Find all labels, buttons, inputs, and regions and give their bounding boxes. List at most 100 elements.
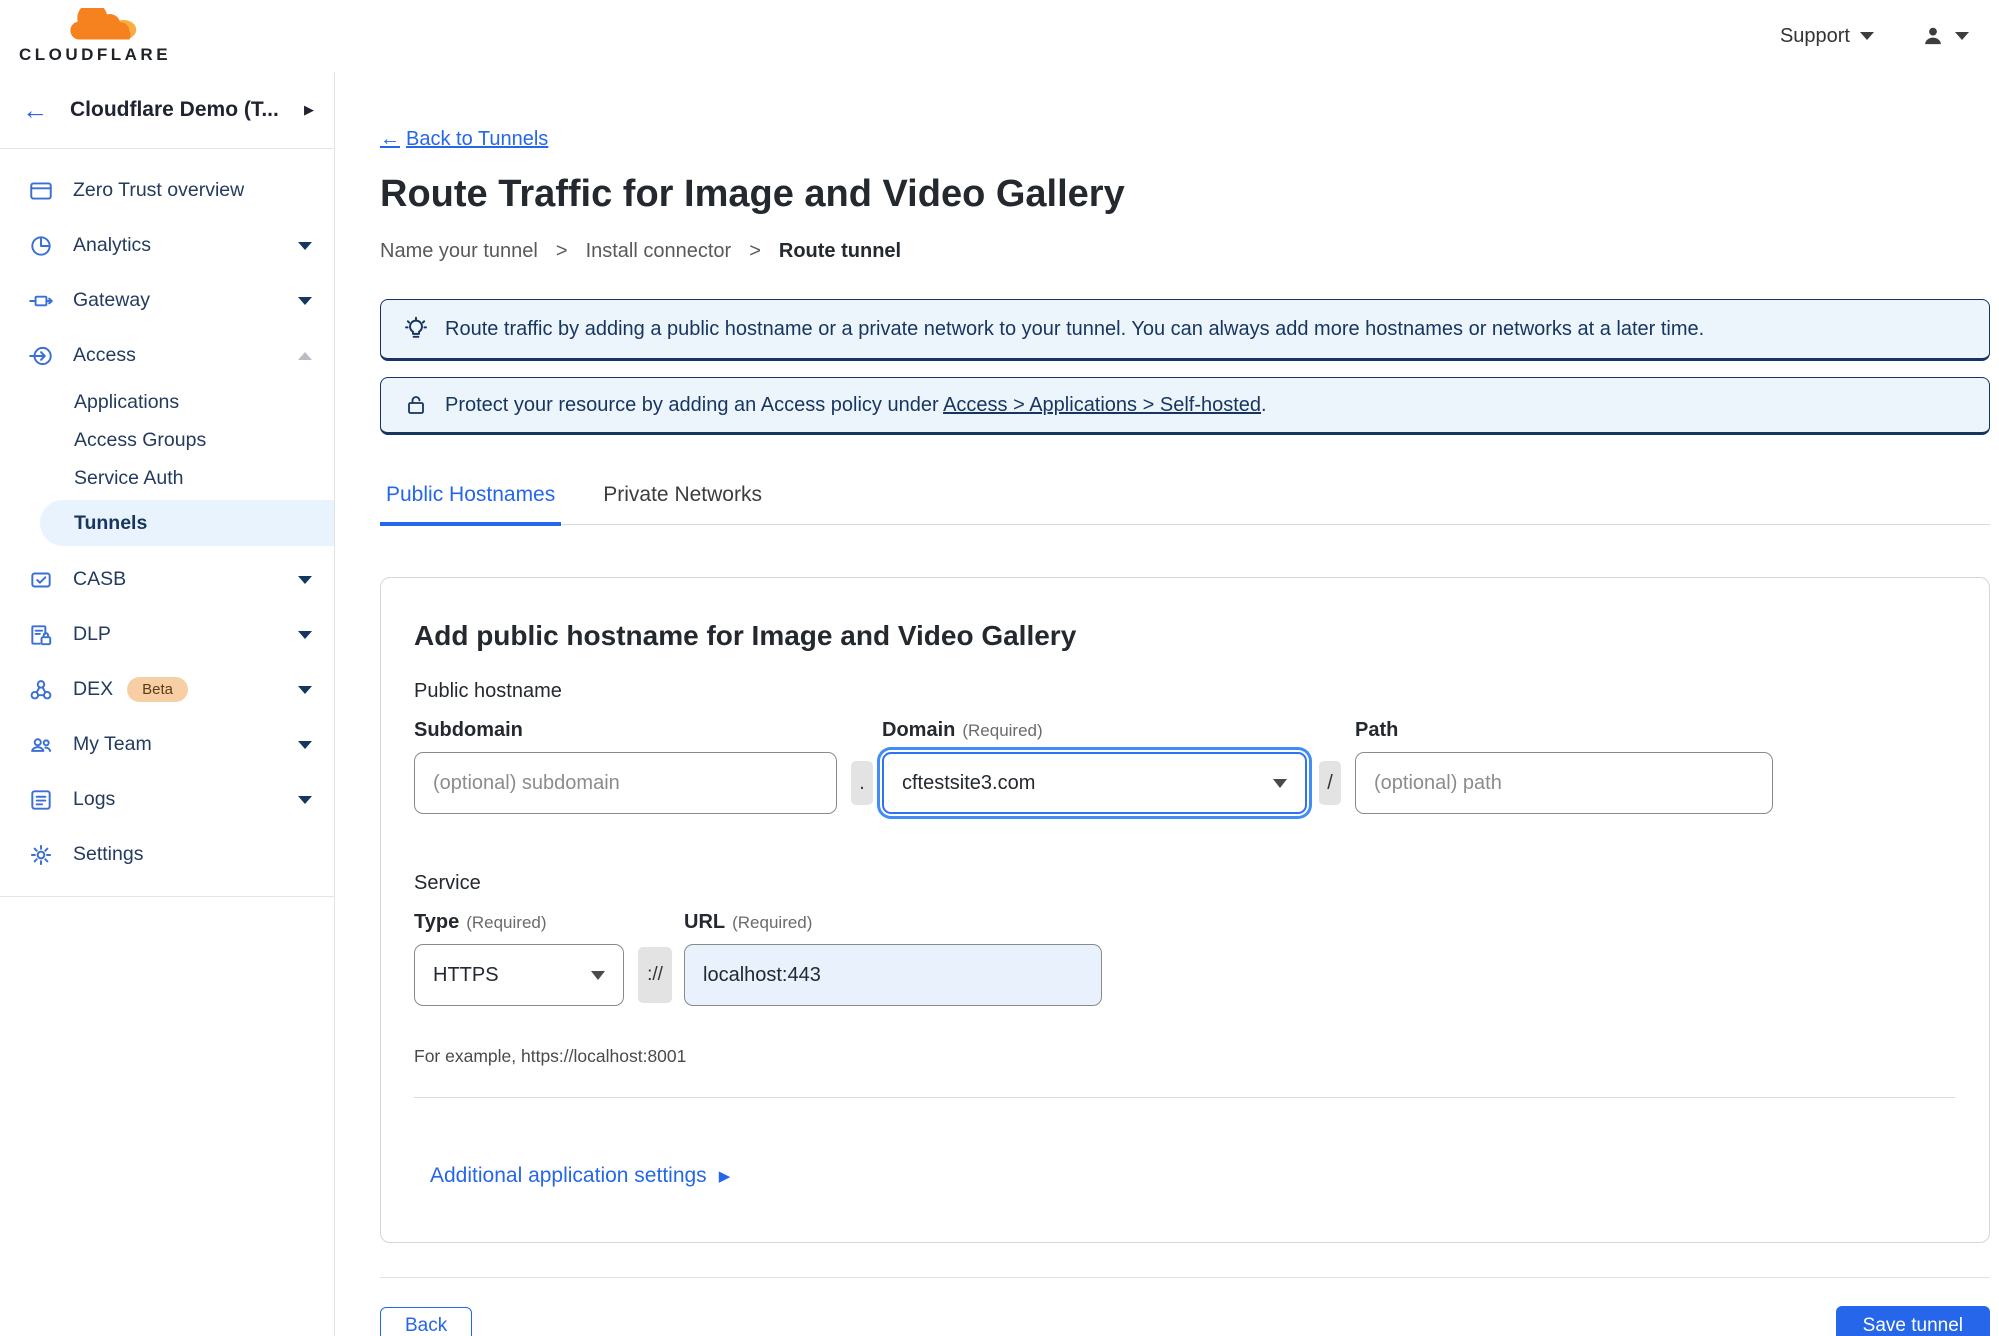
type-label: Type [414,911,460,933]
chevron-down-icon [1860,32,1874,40]
wizard-breadcrumb: Name your tunnel > Install connector > R… [380,240,1990,263]
sidebar-item-my-team[interactable]: My Team [0,717,334,772]
page-title: Route Traffic for Image and Video Galler… [380,173,1125,215]
back-arrow-icon[interactable]: ← [22,97,48,123]
crumb-separator: > [555,240,568,262]
sidebar-item-label: Service Auth [74,466,184,489]
overview-icon [30,181,52,200]
account-name: Cloudflare Demo (T... [70,98,279,121]
additional-settings-toggle[interactable]: Additional application settings ▶ [430,1164,730,1188]
back-arrow-icon: ← [380,128,400,150]
logo-wordmark: CLOUDFLARE [18,44,172,64]
sidebar-divider [0,896,334,897]
sidebar-item-gateway[interactable]: Gateway [0,273,334,328]
back-link-label: Back to Tunnels [406,128,549,150]
service-type-select[interactable]: HTTPS [414,944,624,1006]
sidebar-item-label: Gateway [73,289,150,311]
lightbulb-icon [405,316,427,338]
back-to-tunnels-link[interactable]: ← Back to Tunnels [380,128,548,151]
sidebar-item-service-auth[interactable]: Service Auth [0,459,334,497]
public-hostname-card: Add public hostname for Image and Video … [380,577,1990,1243]
main-content: ← Back to Tunnels Route Traffic for Imag… [335,72,1999,1336]
crumb-route-tunnel: Route tunnel [778,240,902,262]
url-example-hint: For example, https://localhost:8001 [414,1046,687,1066]
sidebar-item-tunnels[interactable]: Tunnels [40,500,334,546]
subdomain-input[interactable] [414,752,837,814]
sidebar-item-zero-trust-overview[interactable]: Zero Trust overview [0,163,334,218]
sidebar-item-label: DLP [73,623,111,645]
service-label: Service [414,872,481,894]
required-hint: (Required) [732,913,813,932]
support-label: Support [1779,24,1850,47]
logs-icon [31,789,51,810]
banner-text-prefix: Protect your resource by adding an Acces… [445,393,939,416]
lock-icon [408,396,424,414]
service-url-input[interactable] [684,944,1102,1006]
sidebar-item-dlp[interactable]: DLP [0,607,334,662]
chevron-up-icon [298,351,312,360]
required-hint: (Required) [466,913,547,932]
scheme-separator: :// [638,947,672,1003]
crumb-separator: > [749,240,761,262]
info-banner-protect: Protect your resource by adding an Acces… [380,377,1990,435]
access-icon [29,346,52,365]
chevron-down-icon [298,575,312,584]
chevron-down-icon [298,241,312,250]
support-menu[interactable]: Support [1780,25,1874,48]
beta-badge: Beta [127,677,188,702]
dex-icon [30,679,52,699]
cloudflare-logo: CLOUDFLARE [18,7,172,65]
dot-separator: . [851,761,873,805]
domain-label: Domain [882,719,956,741]
sidebar-item-dex[interactable]: DEX Beta [0,662,334,717]
banner-text: Route traffic by adding a public hostnam… [445,317,1705,340]
url-label: URL [684,911,726,933]
subdomain-label: Subdomain [414,719,523,741]
sidebar-item-label: Access [73,344,136,366]
chevron-down-icon [1273,778,1287,788]
sidebar-item-label: Settings [73,843,144,865]
banner-text: Protect your resource by adding an Acces… [445,394,1267,417]
path-input[interactable] [1355,752,1773,814]
cloudflare-cloud-icon [70,7,137,39]
sidebar-item-applications[interactable]: Applications [0,383,334,421]
sidebar-item-label: Applications [74,390,180,413]
chevron-down-icon [298,795,312,804]
domain-value: cftestsite3.com [902,771,1036,794]
sidebar-item-label: Access Groups [74,428,207,451]
crumb-name-your-tunnel: Name your tunnel [380,240,538,262]
footer-actions: Back Save tunnel [380,1306,1990,1336]
tab-public-hostnames[interactable]: Public Hostnames [380,483,562,526]
save-tunnel-button[interactable]: Save tunnel [1835,1306,1990,1336]
domain-select[interactable]: cftestsite3.com [882,752,1307,814]
user-icon [1925,27,1941,45]
sidebar-item-logs[interactable]: Logs [0,772,334,827]
user-menu[interactable] [1920,23,1969,49]
required-hint: (Required) [962,721,1043,740]
tab-private-networks[interactable]: Private Networks [597,483,768,524]
sidebar-item-casb[interactable]: CASB [0,552,334,607]
banner-text-suffix: . [1261,393,1267,416]
sidebar-item-label: Zero Trust overview [73,179,245,201]
sidebar-item-label: Logs [73,788,116,810]
chevron-down-icon [298,740,312,749]
crumb-install-connector: Install connector [585,240,732,262]
sidebar-item-access[interactable]: Access [0,328,334,383]
account-switcher[interactable]: ← Cloudflare Demo (T... ▶ [0,72,334,149]
sidebar-item-access-groups[interactable]: Access Groups [0,421,334,459]
public-hostname-label: Public hostname [414,680,562,702]
sidebar-item-label: Analytics [73,234,152,256]
sidebar: ← Cloudflare Demo (T... ▶ Zero Trust ove… [0,72,335,1336]
back-button[interactable]: Back [380,1307,473,1336]
card-divider [414,1097,1955,1098]
sidebar-item-settings[interactable]: Settings [0,827,334,882]
access-applications-link[interactable]: Access > Applications > Self-hosted [943,394,1261,416]
path-label: Path [1355,719,1399,741]
chevron-down-icon [298,685,312,694]
footer-divider [380,1277,1990,1278]
dlp-icon [31,624,52,645]
sidebar-item-analytics[interactable]: Analytics [0,218,334,273]
chevron-down-icon [298,296,312,305]
service-type-value: HTTPS [433,963,499,986]
chevron-down-icon [298,630,312,639]
